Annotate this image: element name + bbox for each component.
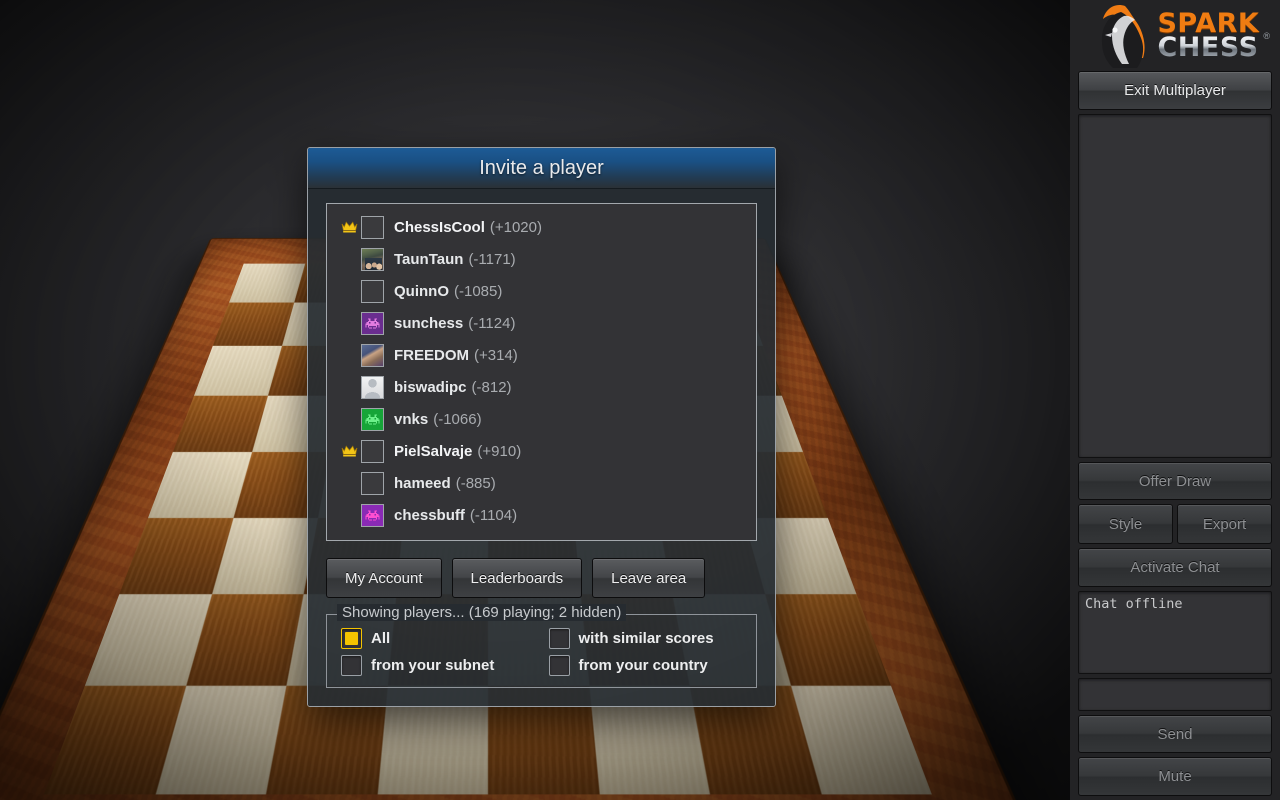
player-name: chessbuff (394, 506, 465, 524)
filter-option[interactable]: All (341, 628, 535, 649)
player-name: TaunTaun (394, 250, 464, 268)
player-name: PielSalvaje (394, 442, 473, 460)
player-name: FREEDOM (394, 346, 469, 364)
player-score: (+1020) (489, 218, 542, 236)
space-invader-icon (365, 509, 380, 521)
avatar-empty (361, 471, 384, 495)
player-row[interactable]: FREEDOM (+314) (327, 339, 756, 371)
filter-option[interactable]: from your country (548, 655, 743, 676)
player-row[interactable]: ChessIsCool (+1020) (327, 211, 756, 243)
avatar-empty (361, 279, 384, 303)
player-row[interactable]: vnks (-1066) (327, 403, 756, 435)
filter-option-label: with similar scores (578, 630, 714, 647)
crown-icon (341, 221, 357, 232)
my-account-button[interactable]: My Account (326, 558, 442, 598)
player-row[interactable]: chessbuff (-1104) (327, 499, 756, 531)
player-name: sunchess (394, 314, 464, 332)
logo-chess-text: CHESS (1157, 31, 1259, 63)
checkbox-checked[interactable] (341, 628, 362, 649)
sparkchess-logo: SPARK CHESS ® (1078, 0, 1272, 71)
player-score: (+910) (477, 442, 522, 460)
player-row[interactable]: QuinnO (-1085) (327, 275, 756, 307)
avatar-invader (361, 407, 384, 431)
player-list[interactable]: ChessIsCool (+1020) TaunTaun (-1171) QuinnO(… (326, 203, 757, 541)
checkbox-unchecked[interactable] (548, 655, 570, 676)
player-name: vnks (394, 410, 429, 428)
filter-options[interactable]: All with similar scores from your subnet fr… (341, 628, 742, 676)
dialog-body: ChessIsCool (+1020) TaunTaun (-1171) QuinnO(… (308, 189, 775, 706)
player-score: (-1066) (433, 410, 482, 428)
player-name: biswadipc (394, 378, 467, 396)
player-score: (-812) (471, 378, 512, 396)
mute-button[interactable]: Mute (1078, 757, 1272, 796)
dialog-title: Invite a player (308, 148, 775, 189)
space-invader-icon (365, 317, 380, 329)
dialog-button-row: My Account Leaderboards Leave area (326, 558, 757, 598)
player-name: ChessIsCool (394, 218, 485, 236)
player-score: (+314) (474, 346, 518, 364)
avatar-photo (361, 247, 384, 271)
player-row[interactable]: sunchess (-1124) (327, 307, 756, 339)
player-score: (-1104) (469, 506, 518, 524)
style-export-row: Style Export (1078, 504, 1272, 548)
chat-input[interactable] (1078, 678, 1272, 711)
crown-icon (341, 445, 357, 456)
filter-option-label: All (371, 630, 391, 647)
avatar-invader (361, 503, 384, 527)
player-row[interactable]: TaunTaun (-1171) (327, 243, 756, 275)
player-row[interactable]: PielSalvaje (+910) (327, 435, 756, 467)
style-button[interactable]: Style (1078, 504, 1173, 545)
export-button[interactable]: Export (1177, 504, 1272, 545)
crown-slot (337, 443, 361, 460)
chat-log: Chat offline (1078, 590, 1272, 675)
exit-multiplayer-button[interactable]: Exit Multiplayer (1078, 71, 1272, 110)
activate-chat-button[interactable]: Activate Chat (1078, 548, 1272, 587)
filter-option[interactable]: with similar scores (548, 628, 743, 649)
filter-legend: Showing players... (169 playing; 2 hidde… (337, 604, 627, 621)
right-sidebar: SPARK CHESS ® Exit Multiplayer Offer Dra… (1070, 0, 1280, 800)
space-invader-icon (365, 413, 380, 425)
logo-registered-mark: ® (1263, 30, 1270, 41)
avatar-person (361, 375, 384, 399)
filter-option[interactable]: from your subnet (341, 655, 535, 676)
filter-option-label: from your country (578, 657, 708, 674)
filter-option-label: from your subnet (371, 657, 495, 674)
avatar-invader (361, 311, 384, 335)
crown-slot (337, 219, 361, 236)
avatar-empty (361, 439, 384, 463)
player-filter-group: Showing players... (169 playing; 2 hidde… (326, 604, 757, 688)
avatar-portrait (361, 343, 384, 367)
move-list-panel[interactable] (1078, 113, 1272, 458)
player-name: QuinnO (394, 282, 449, 300)
player-row[interactable]: biswadipc (-812) (327, 371, 756, 403)
invite-player-dialog: Invite a player ChessIsCool (+1020) TaunTa… (307, 147, 776, 707)
checkbox-unchecked[interactable] (548, 628, 570, 649)
player-score: (-1171) (468, 250, 516, 268)
player-row[interactable]: hameed (-885) (327, 467, 756, 499)
offer-draw-button[interactable]: Offer Draw (1078, 461, 1272, 501)
knight-logo-icon (1102, 4, 1146, 68)
avatar-empty (361, 215, 384, 239)
sparkchess-app: SPARK CHESS ® Exit Multiplayer Offer Dra… (0, 0, 1280, 800)
player-score: (-1124) (468, 314, 516, 332)
leaderboards-button[interactable]: Leaderboards (451, 558, 583, 598)
checkbox-unchecked[interactable] (341, 655, 362, 676)
player-name: hameed (394, 474, 451, 492)
player-score: (-885) (455, 474, 496, 492)
send-button[interactable]: Send (1078, 714, 1272, 754)
player-score: (-1085) (454, 282, 503, 300)
leave-area-button[interactable]: Leave area (592, 558, 706, 598)
